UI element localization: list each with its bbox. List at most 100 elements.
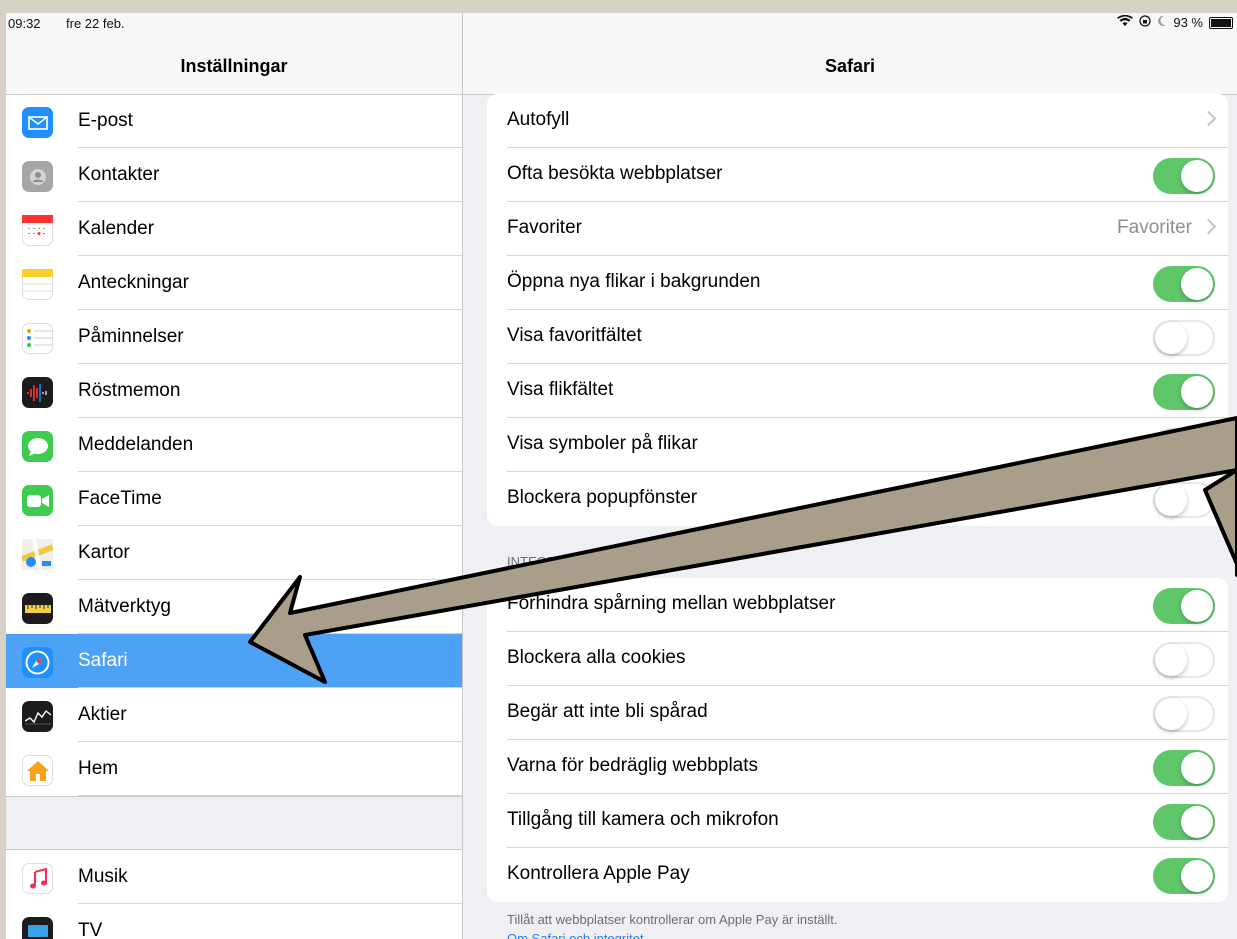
setting-toggle[interactable] bbox=[1153, 750, 1215, 786]
toggle-knob bbox=[1155, 322, 1187, 354]
facetime-icon bbox=[22, 485, 53, 516]
about-safari-privacy-link[interactable]: Om Safari och integritet bbox=[507, 931, 644, 939]
sidebar-title: Inställningar bbox=[180, 56, 288, 76]
safari-settings-pane: Safari Autofyll Ofta besökta webbplatser F… bbox=[463, 13, 1237, 939]
setting-toggle[interactable] bbox=[1153, 266, 1215, 302]
battery-icon bbox=[1209, 16, 1233, 29]
sidebar-item-hem[interactable]: Hem bbox=[6, 742, 462, 796]
sidebar-section-gap bbox=[6, 796, 462, 850]
battery-percent: 93 % bbox=[1173, 15, 1203, 30]
sidebar-item-meddelanden[interactable]: Meddelanden bbox=[6, 418, 462, 472]
moon-icon bbox=[1157, 15, 1167, 30]
setting-label: Varna för bedräglig webbplats bbox=[507, 755, 759, 776]
sidebar-item-påminnelser[interactable]: Påminnelser bbox=[6, 310, 462, 364]
sidebar-item-mätverktyg[interactable]: Mätverktyg bbox=[6, 580, 462, 634]
sidebar-item-kalender[interactable]: Kalender bbox=[6, 202, 462, 256]
toggle-knob bbox=[1155, 698, 1187, 730]
setting-toggle[interactable] bbox=[1153, 642, 1215, 678]
setting-toggle[interactable] bbox=[1153, 482, 1215, 518]
music-icon bbox=[22, 863, 53, 894]
setting-row: Förhindra spårning mellan webbplatser bbox=[487, 578, 1228, 632]
setting-label: Tillgång till kamera och mikrofon bbox=[507, 809, 779, 830]
sidebar-item-label: Kontakter bbox=[78, 164, 160, 185]
toggle-knob bbox=[1181, 268, 1213, 300]
sidebar-item-tv[interactable]: TV bbox=[6, 904, 462, 939]
sidebar-item-musik[interactable]: Musik bbox=[6, 850, 462, 904]
sidebar-item-label: Kartor bbox=[78, 542, 130, 563]
status-date: fre 22 feb. bbox=[66, 16, 125, 31]
setting-label: Ofta besökta webbplatser bbox=[507, 163, 723, 184]
toggle-knob bbox=[1155, 430, 1187, 462]
privacy-settings-group: Förhindra spårning mellan webbplatser Blo… bbox=[487, 578, 1228, 902]
sidebar-item-label: FaceTime bbox=[78, 488, 162, 509]
toggle-knob bbox=[1181, 590, 1213, 622]
setting-row[interactable]: Favoriter Favoriter bbox=[487, 202, 1228, 256]
sidebar-item-aktier[interactable]: Aktier bbox=[6, 688, 462, 742]
setting-row: Begär att inte bli spårad bbox=[487, 686, 1228, 740]
setting-toggle[interactable] bbox=[1153, 696, 1215, 732]
chevron-right-icon bbox=[1200, 218, 1217, 235]
wifi-icon bbox=[1117, 14, 1134, 30]
setting-label: Visa flikfältet bbox=[507, 379, 614, 400]
sidebar-item-safari[interactable]: Safari bbox=[6, 634, 462, 688]
status-time: 09:32 bbox=[8, 16, 41, 31]
sidebar-item-e-post[interactable]: E-post bbox=[6, 94, 462, 148]
setting-toggle[interactable] bbox=[1153, 158, 1215, 194]
setting-toggle[interactable] bbox=[1153, 588, 1215, 624]
setting-toggle[interactable] bbox=[1153, 858, 1215, 894]
home-icon bbox=[22, 755, 53, 786]
sidebar-item-kontakter[interactable]: Kontakter bbox=[6, 148, 462, 202]
setting-label: Begär att inte bli spårad bbox=[507, 701, 708, 722]
setting-toggle[interactable] bbox=[1153, 374, 1215, 410]
toggle-knob bbox=[1181, 860, 1213, 892]
messages-icon bbox=[22, 431, 53, 462]
setting-label: Förhindra spårning mellan webbplatser bbox=[507, 593, 836, 614]
sidebar-item-anteckningar[interactable]: Anteckningar bbox=[6, 256, 462, 310]
tv-icon bbox=[22, 917, 53, 939]
row-divider bbox=[78, 795, 462, 796]
setting-row: Varna för bedräglig webbplats bbox=[487, 740, 1228, 794]
setting-label: Kontrollera Apple Pay bbox=[507, 863, 690, 884]
sidebar-item-label: Mätverktyg bbox=[78, 596, 171, 617]
sidebar-item-facetime[interactable]: FaceTime bbox=[6, 472, 462, 526]
toggle-knob bbox=[1181, 376, 1213, 408]
setting-row: Visa symboler på flikar bbox=[487, 418, 1228, 472]
status-bar: 09:32 fre 22 feb. 93 % bbox=[6, 13, 1237, 33]
sidebar-item-label: Musik bbox=[78, 866, 128, 887]
sidebar-item-label: TV bbox=[78, 920, 103, 939]
general-settings-group: Autofyll Ofta besökta webbplatser Favorite… bbox=[487, 94, 1228, 526]
sidebar-item-kartor[interactable]: Kartor bbox=[6, 526, 462, 580]
sidebar-item-label: Hem bbox=[78, 758, 119, 779]
toggle-knob bbox=[1155, 484, 1187, 516]
setting-toggle[interactable] bbox=[1153, 320, 1215, 356]
voice-memos-icon bbox=[22, 377, 53, 408]
setting-row: Öppna nya flikar i bakgrunden bbox=[487, 256, 1228, 310]
setting-toggle[interactable] bbox=[1153, 428, 1215, 464]
setting-row: Visa favoritfältet bbox=[487, 310, 1228, 364]
sidebar-item-label: Röstmemon bbox=[78, 380, 181, 401]
notes-icon bbox=[22, 269, 53, 300]
calendar-icon bbox=[22, 215, 53, 246]
sidebar-item-label: Kalender bbox=[78, 218, 155, 239]
setting-label: Autofyll bbox=[507, 109, 570, 130]
setting-label: Visa symboler på flikar bbox=[507, 433, 698, 454]
setting-toggle[interactable] bbox=[1153, 804, 1215, 840]
sidebar-item-röstmemon[interactable]: Röstmemon bbox=[6, 364, 462, 418]
setting-row[interactable]: Autofyll bbox=[487, 94, 1228, 148]
safari-icon bbox=[22, 647, 53, 678]
setting-label: Favoriter bbox=[507, 217, 582, 238]
battery-fill bbox=[1211, 18, 1232, 27]
sidebar-item-label: E-post bbox=[78, 110, 133, 131]
sidebar-item-label: Aktier bbox=[78, 704, 127, 725]
sidebar-list: E-post Kontakter Kalender Anteckningar Påmin… bbox=[6, 94, 462, 939]
reminders-icon bbox=[22, 323, 53, 354]
apple-pay-footer-text: Tillåt att webbplatser kontrollerar om A… bbox=[507, 912, 838, 927]
setting-row: Ofta besökta webbplatser bbox=[487, 148, 1228, 202]
setting-row: Blockera popupfönster bbox=[487, 472, 1228, 526]
orientation-lock-icon bbox=[1139, 15, 1152, 30]
setting-row: Blockera alla cookies bbox=[487, 632, 1228, 686]
sidebar-item-label: Meddelanden bbox=[78, 434, 194, 455]
setting-label: Visa favoritfältet bbox=[507, 325, 642, 346]
toggle-knob bbox=[1181, 806, 1213, 838]
sidebar-item-label: Anteckningar bbox=[78, 272, 189, 293]
